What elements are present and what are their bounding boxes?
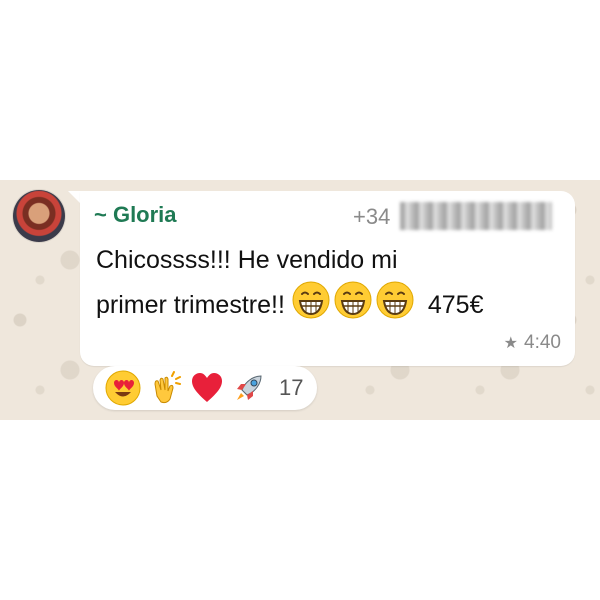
message-bubble[interactable]: ~ Gloria +34 Chicossss!!! He vendido mi … — [80, 191, 575, 366]
clapping-hands-icon — [147, 370, 183, 406]
price-text: 475€ — [427, 291, 484, 319]
chat-background: ~ Gloria +34 Chicossss!!! He vendido mi … — [0, 180, 600, 420]
message-line-2: primer trimestre!! — [96, 291, 285, 319]
reaction-count: 17 — [279, 375, 304, 400]
message-text: Chicossss!!! He vendido mi primer trimes… — [96, 239, 566, 332]
grinning-face-icon — [376, 281, 414, 332]
grinning-face-icon — [292, 281, 330, 332]
message-line-1: Chicossss!!! He vendido mi — [96, 246, 398, 274]
reactions-bar[interactable]: 17 — [93, 366, 318, 410]
redacted-phone-number — [400, 202, 553, 230]
message-meta: ★ 4:40 — [504, 332, 561, 354]
rocket-icon — [231, 370, 267, 406]
sender-phone: +34 — [353, 202, 553, 230]
sender-name[interactable]: ~ Gloria — [94, 202, 177, 228]
grinning-face-icon — [334, 281, 372, 332]
message-time: 4:40 — [524, 332, 561, 353]
sender-avatar[interactable] — [13, 190, 65, 242]
red-heart-icon — [189, 370, 225, 406]
phone-prefix: +34 — [353, 204, 391, 229]
heart-eyes-icon — [105, 370, 141, 406]
star-icon: ★ — [503, 335, 519, 352]
